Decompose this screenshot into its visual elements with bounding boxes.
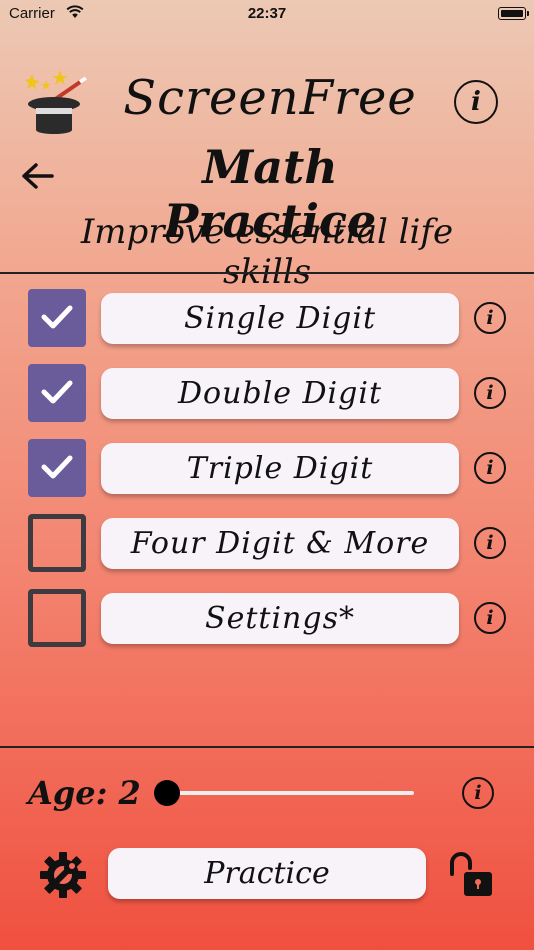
settings-wrench-icon[interactable] bbox=[38, 850, 88, 900]
clock: 22:37 bbox=[247, 5, 287, 22]
settings-button[interactable]: Settings* bbox=[101, 593, 459, 644]
info-icon[interactable]: i bbox=[462, 777, 494, 809]
info-icon[interactable]: i bbox=[474, 452, 506, 484]
single-digit-button[interactable]: Single Digit bbox=[101, 293, 459, 344]
info-icon[interactable]: i bbox=[474, 527, 506, 559]
tagline: Improve essential life skills bbox=[80, 212, 454, 292]
info-icon[interactable]: i bbox=[474, 377, 506, 409]
unlocked-padlock-icon[interactable] bbox=[446, 850, 496, 898]
slider-track bbox=[154, 791, 414, 795]
info-icon[interactable]: i bbox=[454, 80, 498, 124]
info-icon[interactable]: i bbox=[474, 302, 506, 334]
status-bar: Carrier 22:37 bbox=[0, 0, 534, 28]
single-digit-checkbox[interactable] bbox=[28, 289, 86, 347]
checkmark-icon bbox=[41, 455, 73, 479]
age-slider[interactable] bbox=[154, 780, 414, 806]
bottom-divider bbox=[0, 746, 534, 748]
back-arrow-icon[interactable] bbox=[20, 158, 56, 194]
option-row-double-digit: Double Digit i bbox=[0, 364, 534, 422]
battery-icon bbox=[498, 7, 529, 20]
practice-button[interactable]: Practice bbox=[108, 848, 426, 899]
four-digit-button[interactable]: Four Digit & More bbox=[101, 518, 459, 569]
magic-hat-icon bbox=[24, 66, 92, 136]
option-row-single-digit: Single Digit i bbox=[0, 289, 534, 347]
four-digit-checkbox[interactable] bbox=[28, 514, 86, 572]
checkmark-icon bbox=[41, 380, 73, 404]
top-divider bbox=[0, 272, 534, 274]
double-digit-checkbox[interactable] bbox=[28, 364, 86, 422]
triple-digit-button[interactable]: Triple Digit bbox=[101, 443, 459, 494]
option-row-triple-digit: Triple Digit i bbox=[0, 439, 534, 497]
app-title: ScreenFree bbox=[123, 70, 417, 126]
info-icon[interactable]: i bbox=[474, 602, 506, 634]
age-label: Age: 2 bbox=[28, 774, 141, 812]
option-row-four-digit: Four Digit & More i bbox=[0, 514, 534, 572]
double-digit-button[interactable]: Double Digit bbox=[101, 368, 459, 419]
settings-checkbox[interactable] bbox=[28, 589, 86, 647]
slider-thumb[interactable] bbox=[154, 780, 180, 806]
triple-digit-checkbox[interactable] bbox=[28, 439, 86, 497]
checkmark-icon bbox=[41, 305, 73, 329]
option-row-settings: Settings* i bbox=[0, 589, 534, 647]
